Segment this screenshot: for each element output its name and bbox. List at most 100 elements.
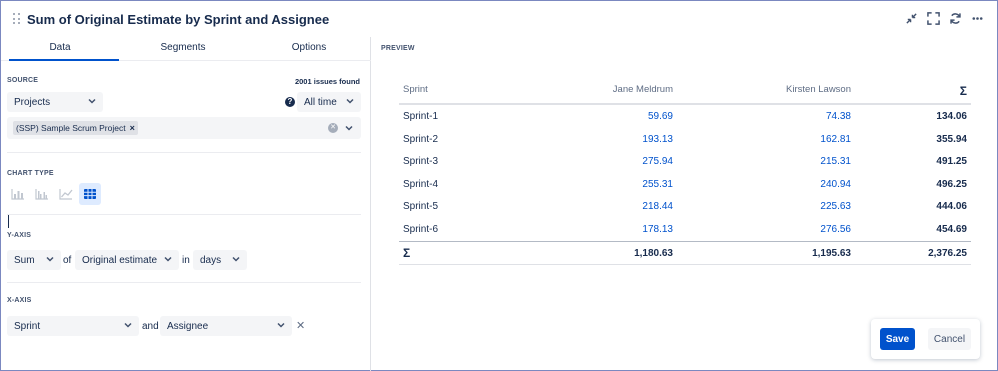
table-row: Sprint-1 59.69 74.38 134.06 — [399, 105, 971, 128]
x-field-value: Sprint — [14, 320, 41, 332]
value-cell[interactable]: 225.63 — [820, 201, 851, 212]
bar-chart-icon[interactable] — [7, 183, 29, 205]
row-total-cell: 491.25 — [936, 156, 967, 167]
time-range-select[interactable]: All time — [297, 92, 361, 112]
table-row: Sprint-6 178.13 276.56 454.69 — [399, 218, 971, 241]
row-total-cell: 454.69 — [936, 223, 967, 235]
dialog-header: Sum of Original Estimate by Sprint and A… — [1, 1, 997, 37]
tab-data[interactable]: Data — [1, 42, 119, 53]
column-header-kirsten-lawson[interactable]: Kirsten Lawson — [786, 84, 851, 95]
remove-tag-icon[interactable]: × — [130, 123, 135, 133]
cancel-button[interactable]: Cancel — [928, 328, 971, 350]
value-cell[interactable]: 255.31 — [642, 179, 673, 190]
source-type-select[interactable]: Projects — [7, 92, 103, 112]
line-chart-icon[interactable] — [55, 183, 77, 205]
column-header-total: Σ — [959, 84, 967, 98]
table-row: Sprint-5 218.44 225.63 444.06 — [399, 195, 971, 218]
chevron-down-icon — [277, 321, 285, 329]
text-cursor — [8, 215, 9, 228]
chevron-down-icon — [124, 321, 132, 329]
divider — [7, 214, 361, 215]
active-tab-indicator — [9, 59, 119, 61]
group-by-select[interactable]: Assignee — [160, 316, 292, 336]
aggregate-select[interactable]: Sum — [7, 250, 61, 270]
and-text: and — [142, 321, 159, 332]
in-text: in — [182, 255, 190, 266]
preview-label: PREVIEW — [381, 45, 415, 52]
more-icon[interactable] — [970, 10, 985, 27]
column-header-sprint[interactable]: Sprint — [403, 84, 428, 95]
totals-label: Σ — [403, 246, 411, 260]
totals-row: Σ 1,180.63 1,195.63 2,376.25 — [399, 241, 971, 265]
row-total-cell: 355.94 — [936, 133, 967, 145]
chart-type-label: CHART TYPE — [7, 170, 54, 177]
x-field-select[interactable]: Sprint — [7, 316, 139, 336]
time-range-value: All time — [304, 96, 337, 108]
value-cell[interactable]: 162.81 — [820, 134, 851, 145]
unit-select[interactable]: days — [193, 250, 247, 270]
sprint-cell: Sprint-5 — [403, 201, 439, 212]
source-type-value: Projects — [14, 96, 51, 108]
grouped-bar-chart-icon[interactable] — [31, 183, 53, 205]
issues-found-count: 2001 issues found — [294, 77, 360, 86]
chevron-down-icon — [88, 97, 96, 105]
y-axis-label: Y-AXIS — [7, 232, 32, 239]
minimize-icon[interactable] — [904, 10, 919, 27]
x-axis-label: X-AXIS — [7, 297, 32, 304]
value-cell[interactable]: 74.38 — [826, 111, 851, 122]
value-cell[interactable]: 178.13 — [642, 224, 673, 235]
sprint-cell: Sprint-6 — [403, 223, 439, 235]
sprint-cell: Sprint-3 — [403, 156, 439, 167]
value-cell[interactable]: 193.13 — [642, 134, 673, 145]
value-cell[interactable]: 276.56 — [820, 224, 851, 235]
chart-editor-dialog: Sum of Original Estimate by Sprint and A… — [0, 0, 998, 371]
remove-group-by-icon[interactable]: ✕ — [296, 319, 305, 332]
chevron-down-icon — [164, 255, 172, 263]
row-total-cell: 444.06 — [936, 201, 967, 212]
tab-segments[interactable]: Segments — [119, 42, 247, 53]
of-text: of — [63, 255, 72, 266]
column-header-jane-meldrum[interactable]: Jane Meldrum — [613, 84, 673, 95]
chart-title: Sum of Original Estimate by Sprint and A… — [27, 12, 330, 27]
value-cell[interactable]: 240.94 — [820, 179, 851, 190]
sprint-cell: Sprint-1 — [403, 111, 439, 122]
help-icon[interactable]: ? — [285, 97, 295, 107]
clear-icon[interactable]: ✕ — [328, 123, 338, 133]
table-header: Sprint Jane Meldrum Kirsten Lawson Σ — [399, 79, 971, 105]
sprint-cell: Sprint-2 — [403, 133, 439, 145]
column-total-cell: 1,180.63 — [634, 248, 673, 259]
chevron-down-icon — [346, 97, 354, 105]
project-tag-label: (SSP) Sample Scrum Project — [16, 123, 126, 133]
value-cell[interactable]: 59.69 — [648, 111, 673, 122]
group-by-value: Assignee — [167, 320, 209, 332]
table-icon[interactable] — [79, 183, 101, 205]
value-cell[interactable]: 215.31 — [820, 156, 851, 167]
field-select[interactable]: Original estimate — [75, 250, 179, 270]
preview-table: Sprint Jane Meldrum Kirsten Lawson Σ Spr… — [399, 79, 971, 265]
unit-value: days — [200, 254, 222, 266]
chart-type-picker — [7, 183, 101, 205]
refresh-icon[interactable] — [948, 10, 963, 27]
table-row: Sprint-2 193.13 162.81 355.94 — [399, 128, 971, 151]
aggregate-value: Sum — [14, 254, 35, 266]
column-total-cell: 1,195.63 — [812, 248, 851, 259]
divider — [7, 152, 361, 153]
sprint-cell: Sprint-4 — [403, 178, 439, 190]
grand-total-cell: 2,376.25 — [928, 248, 967, 259]
chevron-down-icon — [232, 255, 240, 263]
header-actions — [904, 10, 985, 27]
dialog-actions: Save Cancel — [871, 319, 980, 359]
save-button[interactable]: Save — [880, 328, 915, 350]
drag-handle-icon[interactable] — [13, 13, 21, 25]
project-tag: (SSP) Sample Scrum Project × — [13, 121, 138, 135]
config-tabs: Data Segments Options — [1, 37, 371, 61]
tab-options[interactable]: Options — [247, 42, 371, 53]
table-row: Sprint-3 275.94 215.31 491.25 — [399, 150, 971, 173]
chevron-down-icon — [46, 255, 54, 263]
value-cell[interactable]: 275.94 — [642, 156, 673, 167]
source-label: SOURCE — [7, 77, 39, 84]
fullscreen-icon[interactable] — [926, 10, 941, 27]
divider — [7, 282, 361, 283]
value-cell[interactable]: 218.44 — [642, 201, 673, 212]
chevron-down-icon[interactable] — [345, 124, 353, 132]
